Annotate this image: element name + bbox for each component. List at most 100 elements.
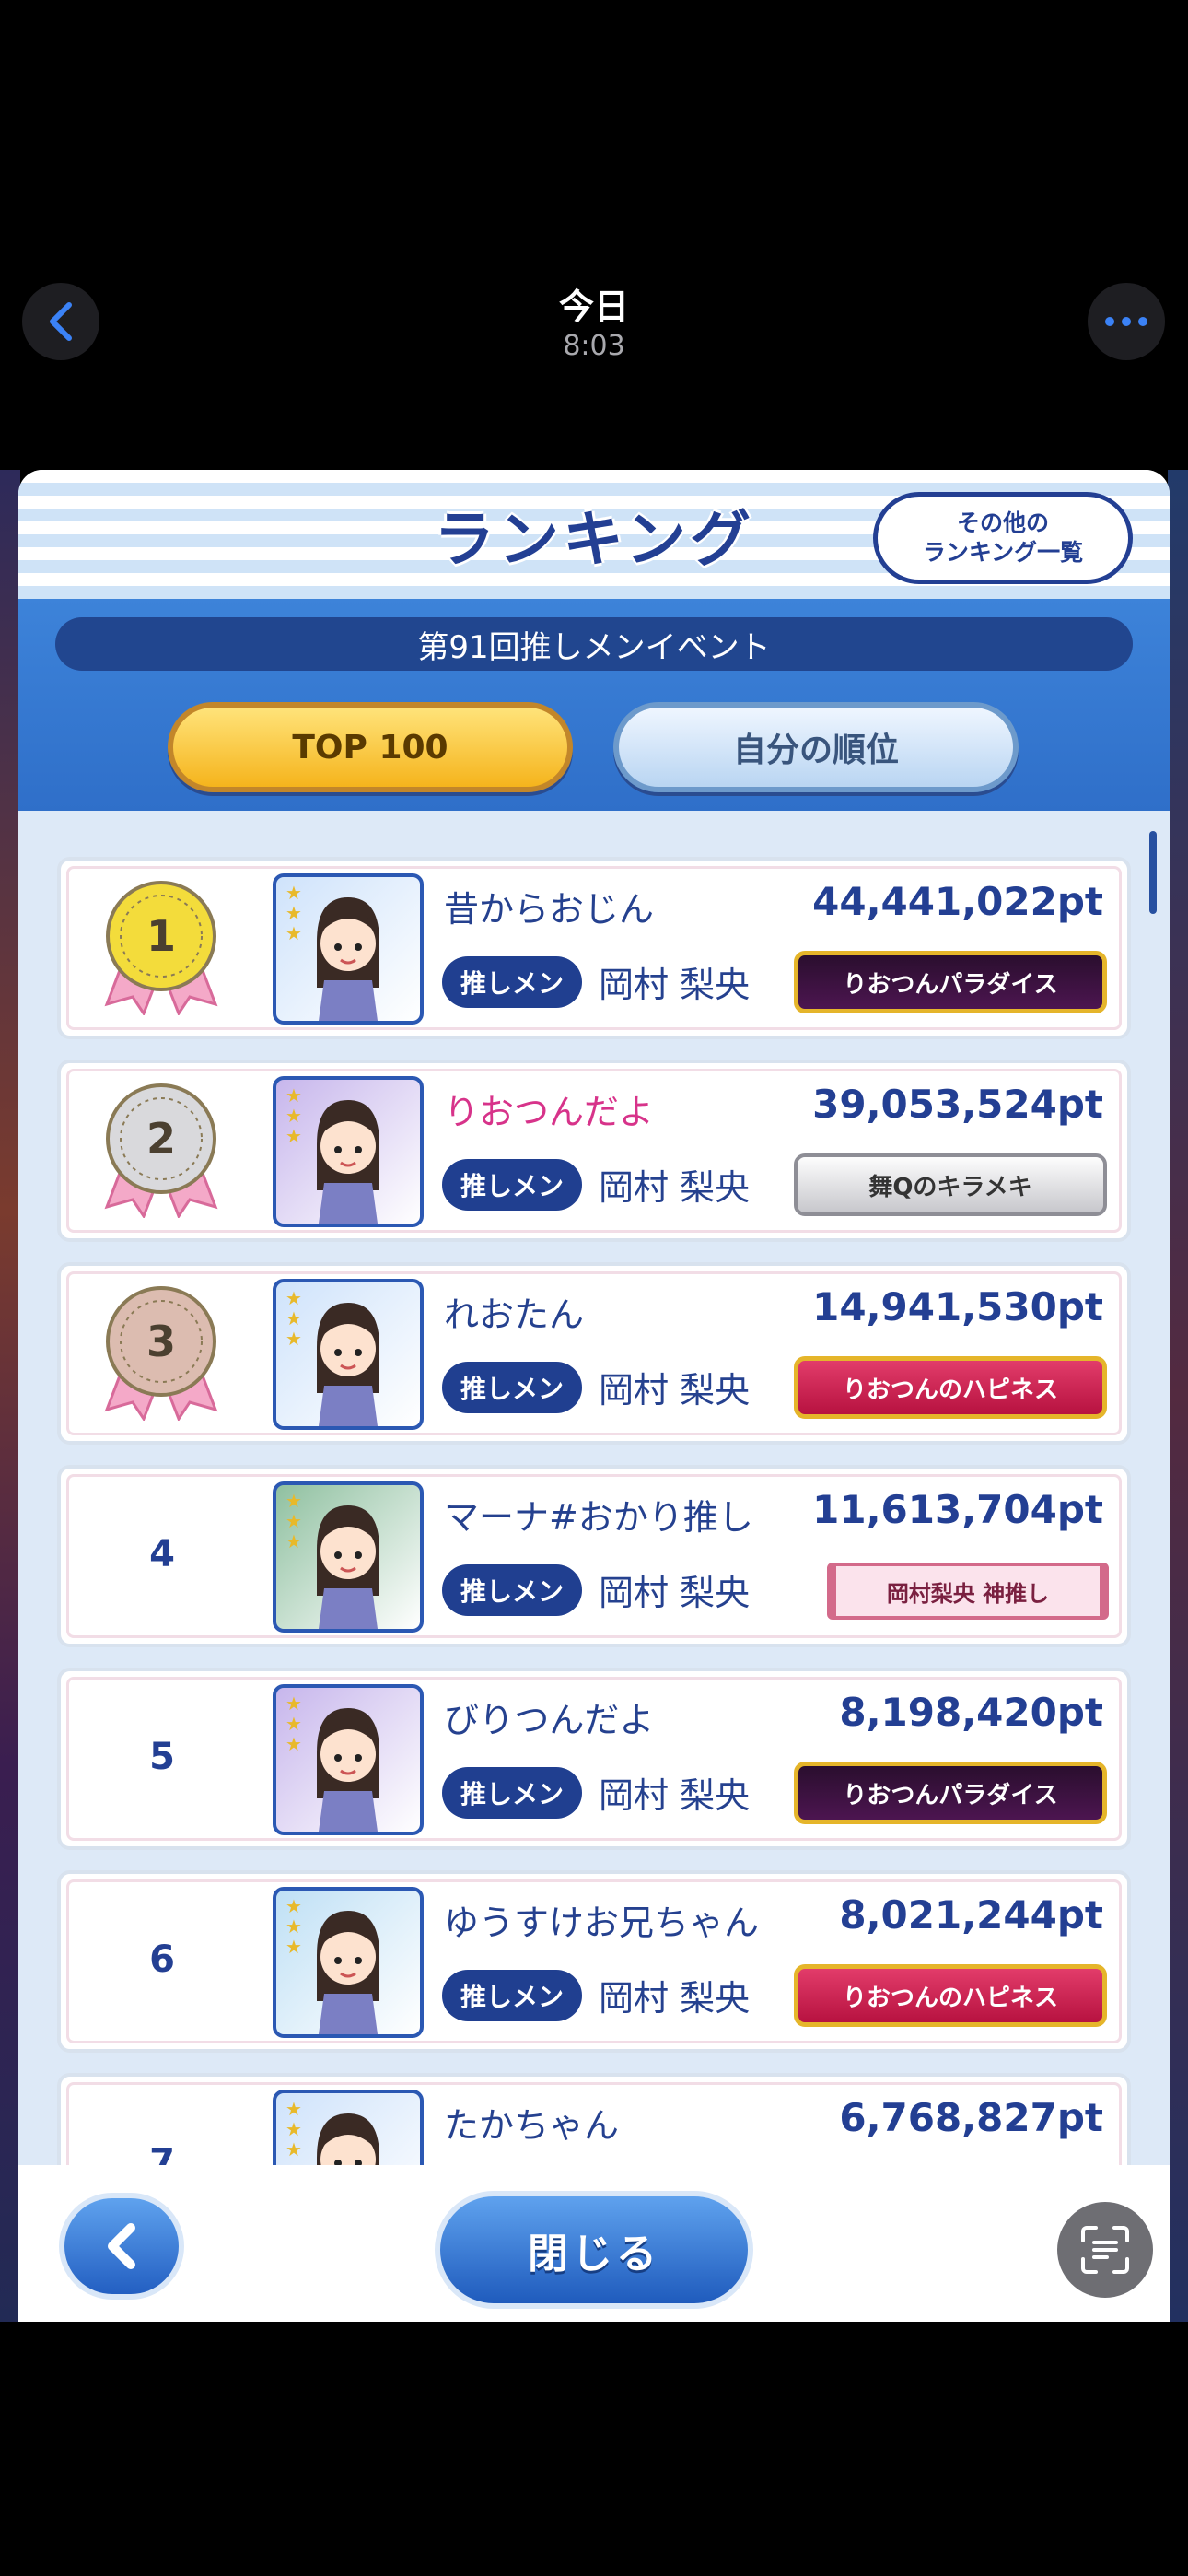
player-nickname: 昔からおじん — [444, 889, 655, 930]
player-points: 39,053,524pt — [812, 1082, 1103, 1127]
svg-text:★: ★ — [285, 1328, 302, 1350]
svg-text:★: ★ — [285, 1733, 302, 1755]
ranking-panel: ランキング その他の ランキング一覧 第91回推しメンイベント TOP 100 … — [18, 470, 1170, 2322]
ranking-row[interactable]: 4 ★ ★ ★ マーナ#おかり推し 11,613,704pt 推しメン 岡村 梨央 岡村梨央 神… — [57, 1465, 1131, 1647]
back-button[interactable] — [59, 2193, 184, 2300]
oshimen-badge: 推しメン — [442, 1159, 582, 1211]
svg-text:★: ★ — [285, 1530, 302, 1552]
player-nickname: りおつんだよ — [444, 1092, 655, 1132]
oshimen-name: 岡村 梨央 — [599, 1775, 751, 1816]
chevron-left-icon — [108, 2223, 135, 2269]
nav-title: 今日 — [558, 287, 629, 327]
background-left — [0, 470, 20, 2322]
svg-text:★: ★ — [285, 922, 302, 944]
svg-text:★: ★ — [285, 1895, 302, 1917]
member-portrait-icon: ★★★ — [285, 1692, 379, 1832]
player-nickname: れおたん — [444, 1294, 585, 1335]
oshimen-badge: 推しメン — [442, 1970, 582, 2021]
rank-medal-icon: 2 — [104, 1083, 218, 1218]
tab-top100[interactable]: TOP 100 — [168, 702, 573, 792]
member-card-avatar: ★ ★ ★ — [273, 1887, 424, 2038]
svg-text:★: ★ — [285, 882, 302, 904]
other-rankings-button[interactable]: その他の ランキング一覧 — [873, 492, 1133, 584]
svg-text:★: ★ — [285, 1105, 302, 1127]
svg-text:★: ★ — [285, 902, 302, 924]
player-nickname: ゆうすけお兄ちゃん — [444, 1903, 760, 1943]
member-portrait-icon: ★★★ — [285, 1895, 379, 2034]
svg-text:★: ★ — [285, 1510, 302, 1532]
ranking-row[interactable]: 5 ★ ★ ★ びりつんだよ 8,198,420pt 推しメン 岡村 梨央 りおつんパラダイス — [57, 1668, 1131, 1850]
close-button[interactable]: 閉じる — [435, 2191, 753, 2309]
scrollbar[interactable] — [1149, 831, 1157, 914]
svg-text:★: ★ — [285, 1490, 302, 1512]
svg-text:★: ★ — [285, 1084, 302, 1107]
rank-number: 5 — [149, 1736, 175, 1778]
member-portrait-icon: ★★★ — [285, 2098, 379, 2165]
scan-text-icon — [1081, 2226, 1129, 2274]
ranking-row[interactable]: 2 ★ ★ ★ りおつんだよ 39,053,524pt 推しメン 岡村 梨央 舞Qのキラメキ — [57, 1060, 1131, 1242]
svg-text:★: ★ — [285, 1692, 302, 1715]
player-nickname: マーナ#おかり推し — [444, 1497, 753, 1538]
event-area: 第91回推しメンイベント TOP 100 自分の順位 — [18, 599, 1170, 811]
member-portrait-icon: ★★★ — [285, 1490, 379, 1629]
player-points: 8,021,244pt — [839, 1892, 1103, 1938]
member-portrait-icon: ★★★ — [285, 882, 379, 1021]
title-badge: りおつんパラダイス — [794, 951, 1107, 1013]
ranking-row[interactable]: 3 ★ ★ ★ れおたん 14,941,530pt 推しメン 岡村 梨央 りおつんのハピネス — [57, 1262, 1131, 1445]
top-nav-bar: 今日 8:03 — [0, 0, 1188, 470]
player-points: 44,441,022pt — [812, 879, 1103, 924]
player-points: 8,198,420pt — [839, 1690, 1103, 1735]
ranking-header: ランキング その他の ランキング一覧 — [18, 470, 1170, 599]
title-badge: りおつんパラダイス — [794, 1762, 1107, 1824]
rank-number: 2 — [146, 1114, 176, 1164]
event-name: 第91回推しメンイベント — [55, 617, 1133, 671]
player-nickname: たかちゃん — [444, 2105, 620, 2146]
oshimen-name: 岡村 梨央 — [599, 1167, 751, 1208]
svg-text:★: ★ — [285, 2118, 302, 2140]
ranking-list[interactable]: 1 ★ ★ ★ 昔からおじん 44,441,022pt 推しメン 岡村 梨央 りおつんパラダイス… — [18, 811, 1170, 2165]
oshimen-name: 岡村 梨央 — [599, 965, 751, 1005]
other-rankings-line1: その他の — [956, 509, 1049, 536]
more-nav-button[interactable] — [1088, 283, 1165, 360]
oshimen-badge: 推しメン — [442, 1767, 582, 1819]
tab-my-rank[interactable]: 自分の順位 — [613, 702, 1019, 792]
ranking-row[interactable]: 7★★★たかちゃん6,768,827pt推しメン岡村 梨央 — [57, 2073, 1131, 2165]
oshimen-name: 岡村 梨央 — [599, 1573, 751, 1613]
title-badge: 舞Qのキラメキ — [794, 1153, 1107, 1216]
ranking-row[interactable]: 1 ★ ★ ★ 昔からおじん 44,441,022pt 推しメン 岡村 梨央 りおつんパラダイス — [57, 857, 1131, 1039]
bottom-bar — [0, 2322, 1188, 2576]
oshimen-badge: 推しメン — [442, 956, 582, 1008]
title-badge: りおつんのハピネス — [794, 1356, 1107, 1419]
rank-number: 3 — [146, 1317, 176, 1366]
svg-text:★: ★ — [285, 1915, 302, 1938]
svg-text:★: ★ — [285, 2138, 302, 2160]
member-card-avatar: ★ ★ ★ — [273, 873, 424, 1025]
player-points: 11,613,704pt — [812, 1487, 1103, 1532]
player-nickname: びりつんだよ — [444, 1700, 655, 1740]
ranking-row[interactable]: 6 ★ ★ ★ ゆうすけお兄ちゃん 8,021,244pt 推しメン 岡村 梨央 りおつんのハピ… — [57, 1870, 1131, 2053]
member-card-avatar: ★ ★ ★ — [273, 1684, 424, 1835]
title-badge: 岡村梨央 神推し — [827, 1563, 1109, 1620]
scan-text-button[interactable] — [1057, 2202, 1153, 2298]
member-card-avatar: ★ ★ ★ — [273, 1481, 424, 1633]
more-dots-icon — [1105, 317, 1147, 326]
rank-number: 7 — [149, 2141, 175, 2165]
member-card-avatar: ★ ★ ★ — [273, 2090, 424, 2165]
other-rankings-line2: ランキング一覧 — [922, 539, 1084, 566]
svg-text:★: ★ — [285, 2098, 302, 2120]
member-card-avatar: ★ ★ ★ — [273, 1076, 424, 1227]
player-points: 14,941,530pt — [812, 1284, 1103, 1329]
svg-text:★: ★ — [285, 1125, 302, 1147]
rank-number: 6 — [149, 1938, 175, 1981]
rank-medal-icon: 1 — [104, 881, 218, 1015]
svg-text:★: ★ — [285, 1287, 302, 1309]
member-card-avatar: ★ ★ ★ — [273, 1279, 424, 1430]
background-right — [1168, 470, 1188, 2322]
oshimen-name: 岡村 梨央 — [599, 1978, 751, 2019]
rank-medal-icon: 3 — [104, 1286, 218, 1421]
player-points: 6,768,827pt — [839, 2095, 1103, 2140]
svg-text:★: ★ — [285, 1713, 302, 1735]
svg-text:★: ★ — [285, 1936, 302, 1958]
oshimen-badge: 推しメン — [442, 1564, 582, 1616]
svg-text:★: ★ — [285, 1307, 302, 1329]
